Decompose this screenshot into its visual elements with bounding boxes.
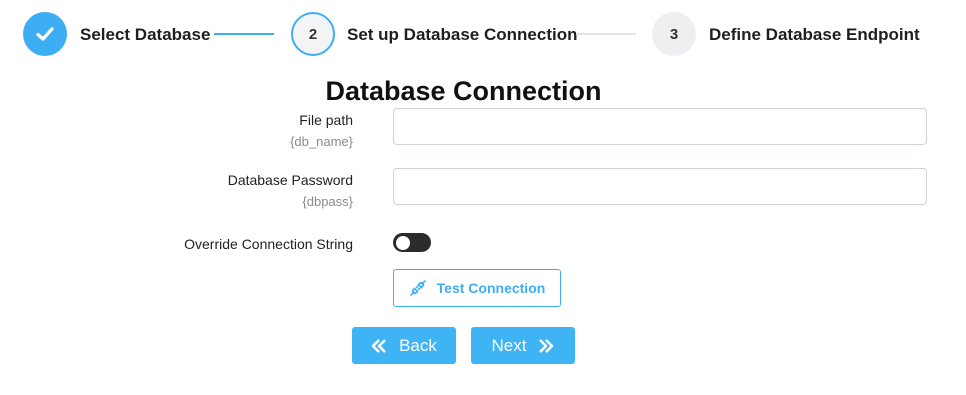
toggle-knob xyxy=(396,235,410,250)
page-title: Database Connection xyxy=(325,76,602,106)
step-2-label: Set up Database Connection xyxy=(347,25,578,44)
file-path-label: File path xyxy=(299,112,353,128)
step-3-indicator: 3 xyxy=(652,12,696,56)
back-label: Back xyxy=(399,335,437,355)
double-chevron-right-icon xyxy=(538,338,554,353)
next-button[interactable]: Next xyxy=(471,327,575,364)
step-1-label: Select Database xyxy=(80,25,211,44)
override-connection-label: Override Connection String xyxy=(184,236,353,252)
override-connection-toggle[interactable] xyxy=(393,233,431,252)
database-password-input[interactable] xyxy=(393,168,927,205)
step-3-label: Define Database Endpoint xyxy=(709,25,920,44)
file-path-input[interactable] xyxy=(393,108,927,145)
step-3-number: 3 xyxy=(669,25,679,43)
database-password-label: Database Password xyxy=(227,172,353,188)
step-connector-1 xyxy=(214,33,274,35)
database-password-hint: {dbpass} xyxy=(302,194,353,209)
step-2-number: 2 xyxy=(308,25,318,43)
checkmark-icon xyxy=(33,22,57,46)
double-chevron-left-icon xyxy=(371,338,387,353)
step-1-indicator xyxy=(23,12,67,56)
step-2-indicator: 2 xyxy=(291,12,335,56)
plug-connection-icon xyxy=(409,279,427,297)
test-connection-label: Test Connection xyxy=(436,280,546,296)
next-label: Next xyxy=(491,335,527,355)
step-connector-2 xyxy=(576,33,636,35)
file-path-hint: {db_name} xyxy=(290,134,353,149)
back-button[interactable]: Back xyxy=(352,327,456,364)
test-connection-button[interactable]: Test Connection xyxy=(393,269,561,307)
wizard-stepper: Select Database 2 Set up Database Connec… xyxy=(0,0,966,70)
